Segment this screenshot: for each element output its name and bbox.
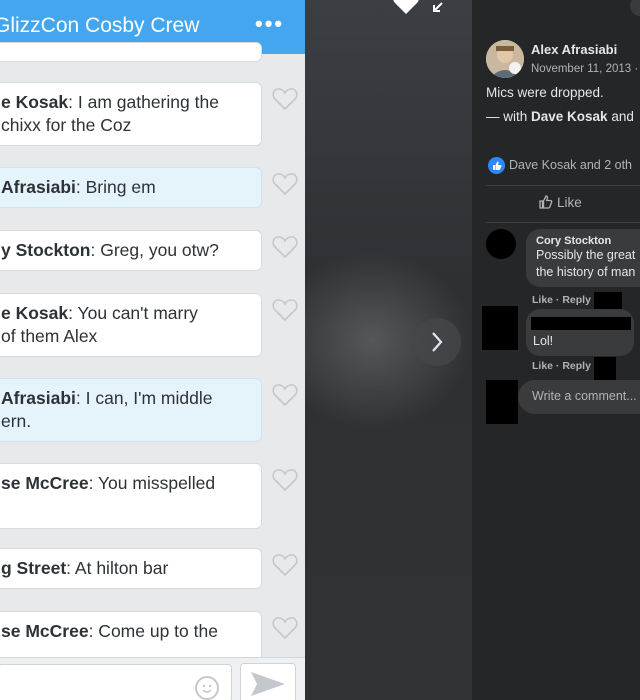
message-sender: y Stockton (1, 240, 91, 260)
post-author[interactable]: Alex Afrasiabi (531, 42, 617, 57)
comment-author[interactable]: Cory Stockton (536, 235, 640, 247)
redaction-block (482, 306, 518, 350)
comment-text: Lol! (533, 334, 554, 348)
post-date[interactable]: November 11, 2013 · (531, 63, 638, 75)
comment-text: the history of man (536, 265, 636, 279)
message-bubble: Afrasiabi: I can, I'm middle ern. (0, 378, 262, 442)
comment-actions[interactable]: Like · Reply (532, 360, 591, 372)
heart-icon[interactable] (272, 553, 298, 577)
message-sender: Afrasiabi (1, 388, 76, 408)
heart-icon (393, 0, 419, 14)
message-sender: se McCree (1, 473, 89, 493)
avatar (630, 0, 640, 16)
post-tagged: — with Dave Kosak and (486, 109, 634, 124)
comment-actions[interactable]: Like · Reply (532, 294, 591, 306)
divider (486, 185, 640, 186)
author-avatar[interactable] (486, 40, 524, 78)
heart-icon[interactable] (272, 172, 298, 196)
tagged-name[interactable]: Dave Kosak (531, 109, 608, 124)
post-panel: Alex Afrasiabi November 11, 2013 · Mics … (472, 0, 640, 700)
heart-icon[interactable] (272, 468, 298, 492)
heart-icon[interactable] (272, 298, 298, 322)
comment-bubble: Cory Stockton Possibly the great the his… (526, 229, 640, 287)
message-sender: e Kosak (1, 92, 69, 112)
photo-viewer (305, 0, 472, 700)
comment-text: Possibly the great (536, 248, 636, 262)
heart-icon[interactable] (272, 235, 298, 259)
message-text: Come up to the (93, 621, 218, 641)
message-input[interactable] (0, 664, 232, 700)
message-bubble: Afrasiabi: Bring em (0, 167, 262, 208)
commenter-avatar[interactable] (486, 229, 516, 259)
message-text: You misspelled (93, 473, 216, 493)
heart-icon[interactable] (272, 383, 298, 407)
message-text: I am gathering the (73, 92, 219, 112)
chat-input-bar (0, 657, 305, 700)
message-text: At hilton bar (71, 558, 169, 578)
message-bubble: e Kosak: You can't marry of them Alex (0, 293, 262, 357)
message-text: You can't marry (73, 303, 198, 323)
comment-bubble: Lol! (526, 309, 634, 356)
message-text: I can, I'm middle (80, 388, 213, 408)
message-text: chixx for the Coz (1, 115, 132, 135)
thumbs-up-icon (488, 157, 505, 174)
thumbs-up-icon (539, 195, 553, 209)
message-text: Greg, you otw? (95, 240, 219, 260)
redaction-block (594, 357, 616, 381)
expand-icon[interactable] (431, 0, 445, 14)
chat-title: GlizzCon Cosby Crew (0, 14, 200, 37)
heart-icon[interactable] (272, 616, 298, 640)
comment-placeholder: Write a comment... (532, 389, 637, 403)
message-text: ern. (1, 411, 32, 431)
message-text: Bring em (80, 177, 156, 197)
reaction-summary[interactable]: Dave Kosak and 2 oth (488, 157, 632, 174)
redaction-block (594, 292, 622, 309)
message-bubble (0, 42, 262, 62)
next-photo-button[interactable] (413, 318, 461, 366)
chat-window: GlizzCon Cosby Crew ••• e Kosak: I am ga… (0, 0, 305, 700)
redaction-block (531, 317, 631, 330)
message-bubble: g Street: At hilton bar (0, 548, 262, 589)
message-text: of them Alex (1, 326, 98, 346)
message-sender: se McCree (1, 621, 89, 641)
send-icon (251, 672, 285, 696)
like-button[interactable]: Like (538, 194, 582, 210)
post-text: Mics were dropped. (486, 85, 604, 100)
more-options-button[interactable]: ••• (255, 11, 284, 37)
message-sender: Afrasiabi (1, 177, 76, 197)
heart-icon[interactable] (272, 87, 298, 111)
message-sender: e Kosak (1, 303, 69, 323)
message-bubble: se McCree: You misspelled (0, 463, 262, 529)
redaction-block (486, 380, 518, 424)
divider (486, 222, 640, 223)
comment-input[interactable]: Write a comment... (518, 380, 640, 414)
emoji-icon[interactable] (195, 676, 219, 700)
chevron-right-icon (432, 332, 443, 352)
message-bubble: y Stockton: Greg, you otw? (0, 230, 262, 271)
send-button[interactable] (240, 663, 296, 700)
message-sender: g Street (1, 558, 67, 578)
message-bubble: e Kosak: I am gathering the chixx for th… (0, 82, 262, 146)
